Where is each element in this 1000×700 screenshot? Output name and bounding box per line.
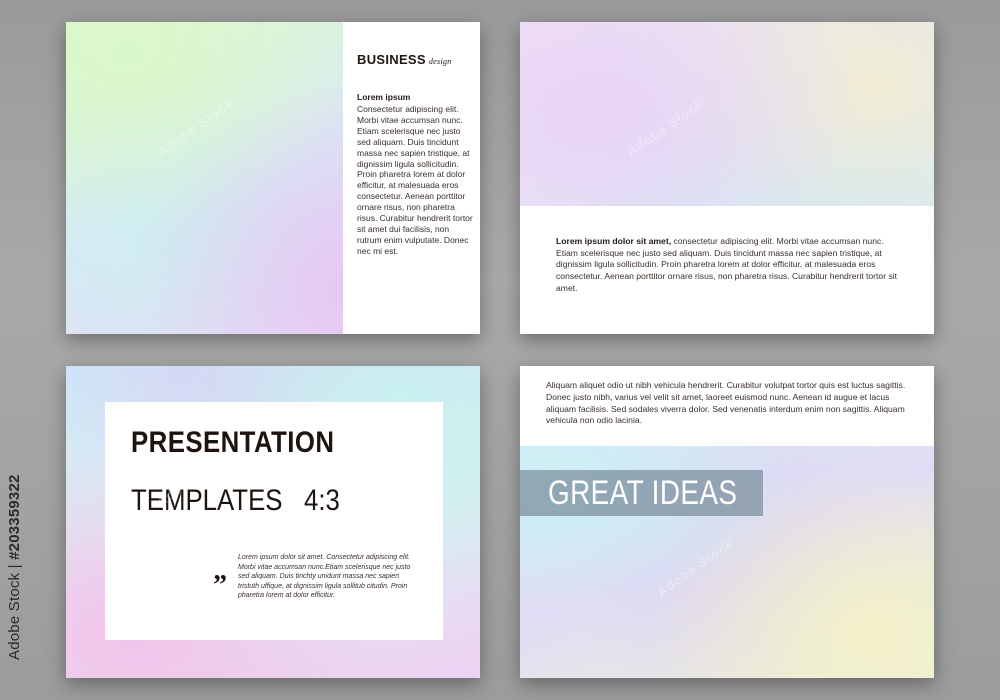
banner: GREAT IDEAS [520, 470, 763, 516]
stock-separator: | [6, 559, 23, 573]
title-text: BUSINESS [357, 52, 426, 67]
slide-title: BUSINESS design [357, 52, 452, 67]
text-panel: Aliquam aliquet odio ut nibh vehicula he… [520, 366, 934, 446]
slide-great-ideas: Aliquam aliquet odio ut nibh vehicula he… [520, 366, 934, 678]
text-panel: Lorem ipsum dolor sit amet, consectetur … [520, 206, 934, 334]
lead-text: Lorem ipsum dolor sit amet, [556, 236, 672, 246]
stock-brand: Adobe Stock [6, 572, 23, 660]
slide-business-design: BUSINESS design Lorem ipsum Consectetur a… [66, 22, 480, 334]
quote-text: Lorem ipsum dolor sit amet. Consectetur … [238, 554, 411, 600]
slide-lorem-ipsum: Lorem ipsum dolor sit amet, consectetur … [520, 22, 934, 334]
banner-text: GREAT IDEAS [548, 474, 738, 512]
slide-presentation-templates: PRESENTATION TEMPLATES 4:3 ” Lorem ipsum… [66, 366, 480, 678]
text-panel: BUSINESS design Lorem ipsum Consectetur a… [343, 22, 480, 334]
stock-id: #203359322 [6, 474, 23, 560]
panel-body-text: Consectetur adipiscing elit. Morbi vitae… [357, 104, 473, 256]
title-panel: PRESENTATION TEMPLATES 4:3 ” Lorem ipsum… [105, 402, 443, 640]
stock-label: Adobe Stock | #203359322 [6, 474, 23, 660]
quote-mark: ” [213, 570, 227, 601]
title-subtitle: design [428, 57, 452, 66]
panel-body-text: Lorem ipsum dolor sit amet, consectetur … [556, 236, 906, 295]
panel-body-text: Aliquam aliquet odio ut nibh vehicula he… [546, 380, 906, 426]
panel-heading: Lorem ipsum [357, 92, 411, 102]
